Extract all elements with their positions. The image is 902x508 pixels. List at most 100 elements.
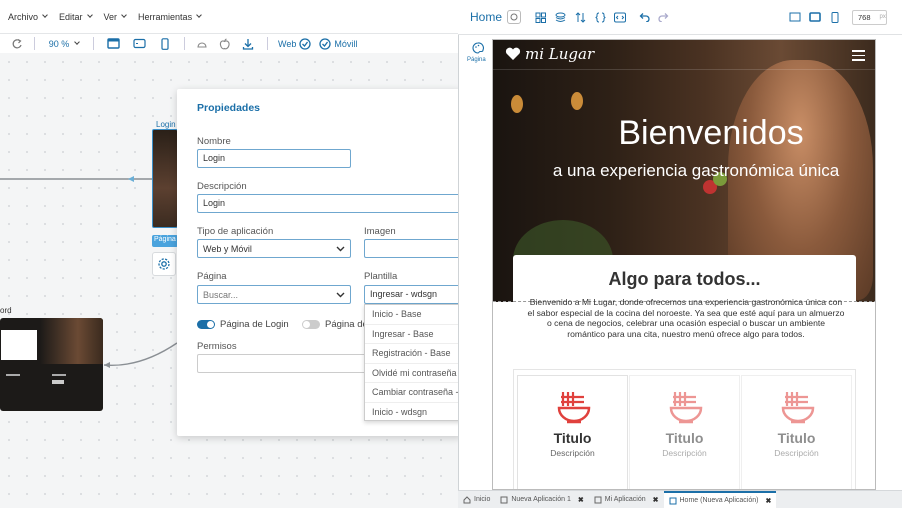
second-page-toggle[interactable]	[302, 320, 320, 329]
page-options-button[interactable]	[507, 10, 522, 24]
pagina-placeholder: Buscar...	[203, 289, 239, 300]
dropdown-option[interactable]: Olvidé mi contraseña - Base	[365, 364, 461, 383]
divider	[184, 37, 185, 50]
tipo-value: Web y Móvil	[203, 243, 252, 254]
tab-inicio[interactable]: Inicio	[458, 491, 495, 508]
menu-label: Editar	[59, 11, 83, 22]
feature-card[interactable]: Titulo Descripción	[517, 375, 628, 489]
movil-toggle[interactable]: Móvill	[315, 34, 361, 54]
braces-icon[interactable]	[593, 10, 607, 24]
menu-herramientas[interactable]: Herramientas	[138, 11, 202, 22]
descripcion-label: Descripción	[197, 181, 247, 192]
tab-label: Home (Nueva Aplicación)	[679, 497, 759, 504]
apple-icon[interactable]	[213, 34, 235, 54]
sort-icon[interactable]	[573, 10, 587, 24]
page-icon	[669, 497, 676, 504]
tipo-select[interactable]: Web y Móvil	[197, 239, 351, 258]
mobile-view-icon[interactable]	[152, 34, 178, 54]
imagen-label: Imagen	[364, 226, 396, 237]
width-unit: px	[879, 14, 886, 20]
menu-label: Archivo	[8, 11, 39, 22]
menu-label: Ver	[103, 11, 118, 22]
dropdown-option[interactable]: Inicio - Base	[365, 305, 461, 325]
pagina-label: Página	[197, 271, 227, 282]
tablet-preview-icon[interactable]	[808, 10, 822, 24]
chevron-down-icon	[336, 292, 345, 297]
document-tabs: Inicio Nueva Aplicación 1 ✖ Mi Aplicación…	[458, 490, 902, 508]
descripcion-input[interactable]: Login	[197, 194, 462, 213]
site-logo[interactable]: mi Lugar	[505, 45, 594, 63]
desktop-view-icon[interactable]	[100, 34, 126, 54]
dashboard-page-node[interactable]	[0, 318, 103, 411]
plantilla-select[interactable]: Ingresar - wdsgn	[364, 285, 462, 304]
mobile-preview-icon[interactable]	[828, 10, 842, 24]
zoom-select[interactable]: 90 %	[41, 34, 87, 54]
dropdown-option[interactable]: Cambiar contraseña - Base	[365, 383, 461, 403]
web-toggle[interactable]: Web	[274, 34, 315, 54]
preview-header: Home 768 px	[458, 0, 902, 34]
page-title: Home	[470, 10, 503, 24]
menu-label: Herramientas	[138, 11, 193, 22]
ramen-bowl-icon	[781, 392, 815, 424]
redo-icon[interactable]	[657, 10, 671, 24]
imagen-input[interactable]	[364, 239, 462, 258]
tab-nueva-aplicacion-1[interactable]: Nueva Aplicación 1 ✖	[495, 491, 588, 508]
menu-editar[interactable]: Editar	[59, 11, 93, 22]
divider	[93, 37, 94, 50]
card-description: Descripción	[774, 448, 819, 458]
tab-label: Nueva Aplicación 1	[511, 496, 571, 503]
page-icon	[500, 496, 508, 503]
home-icon	[463, 495, 471, 503]
hero-title: Bienvenidos	[618, 114, 804, 152]
tipo-label: Tipo de aplicación	[197, 226, 274, 237]
redo-icon[interactable]	[0, 34, 34, 54]
card-title: Titulo	[553, 430, 592, 446]
dropdown-option[interactable]: Registración - Base	[365, 344, 461, 364]
layers-icon[interactable]	[553, 10, 567, 24]
chevron-down-icon	[42, 12, 48, 18]
close-icon[interactable]: ✖	[765, 497, 771, 505]
pagina-side-label: Página	[467, 57, 486, 63]
pagina-select[interactable]: Buscar...	[197, 285, 351, 304]
grid-icon[interactable]	[533, 10, 547, 24]
close-icon[interactable]: ✖	[653, 496, 659, 504]
menu-archivo[interactable]: Archivo	[8, 11, 48, 22]
code-icon[interactable]	[613, 10, 627, 24]
tablet-view-icon[interactable]	[126, 34, 152, 54]
login-page-toggle[interactable]	[197, 320, 215, 329]
tab-mi-aplicacion[interactable]: Mi Aplicación ✖	[589, 491, 664, 508]
dropdown-option[interactable]: Ingresar - Base	[365, 325, 461, 344]
permisos-input[interactable]	[197, 354, 367, 373]
properties-title: Propiedades	[197, 102, 261, 114]
toolbar: 90 % Web Móvill	[0, 33, 460, 54]
pagina-badge[interactable]: Página	[152, 235, 178, 247]
website-preview: mi Lugar Bienvenidos a una experiencia g…	[492, 39, 876, 490]
width-input[interactable]: 768 px	[852, 9, 888, 25]
login-page-node[interactable]	[152, 129, 178, 228]
menu-ver[interactable]: Ver	[104, 12, 127, 22]
tab-home[interactable]: Home (Nueva Aplicación) ✖	[663, 491, 777, 508]
movil-label: Móvill	[334, 38, 358, 49]
dropdown-option[interactable]: Inicio - wdsgn	[365, 403, 461, 421]
palette-icon[interactable]	[469, 40, 487, 56]
desktop-preview-icon[interactable]	[788, 10, 802, 24]
web-label: Web	[278, 38, 297, 49]
nombre-input[interactable]: Login	[197, 149, 351, 168]
divider	[267, 37, 268, 50]
page-icon	[594, 496, 602, 503]
android-icon[interactable]	[191, 34, 213, 54]
card-description: Descripción	[550, 448, 595, 458]
plantilla-label: Plantilla	[364, 271, 398, 282]
heart-icon	[505, 47, 521, 60]
tab-label: Inicio	[474, 496, 491, 503]
toggle-second-label: Página de	[325, 319, 368, 330]
feature-card[interactable]: Titulo Descripción	[629, 375, 740, 489]
undo-icon[interactable]	[637, 10, 651, 24]
feature-card[interactable]: Titulo Descripción	[741, 375, 852, 489]
settings-button[interactable]	[152, 252, 176, 276]
gear-icon	[158, 258, 170, 270]
ramen-bowl-icon	[557, 392, 591, 424]
close-icon[interactable]: ✖	[578, 496, 584, 504]
hamburger-icon[interactable]	[852, 50, 865, 61]
download-icon[interactable]	[235, 34, 261, 54]
